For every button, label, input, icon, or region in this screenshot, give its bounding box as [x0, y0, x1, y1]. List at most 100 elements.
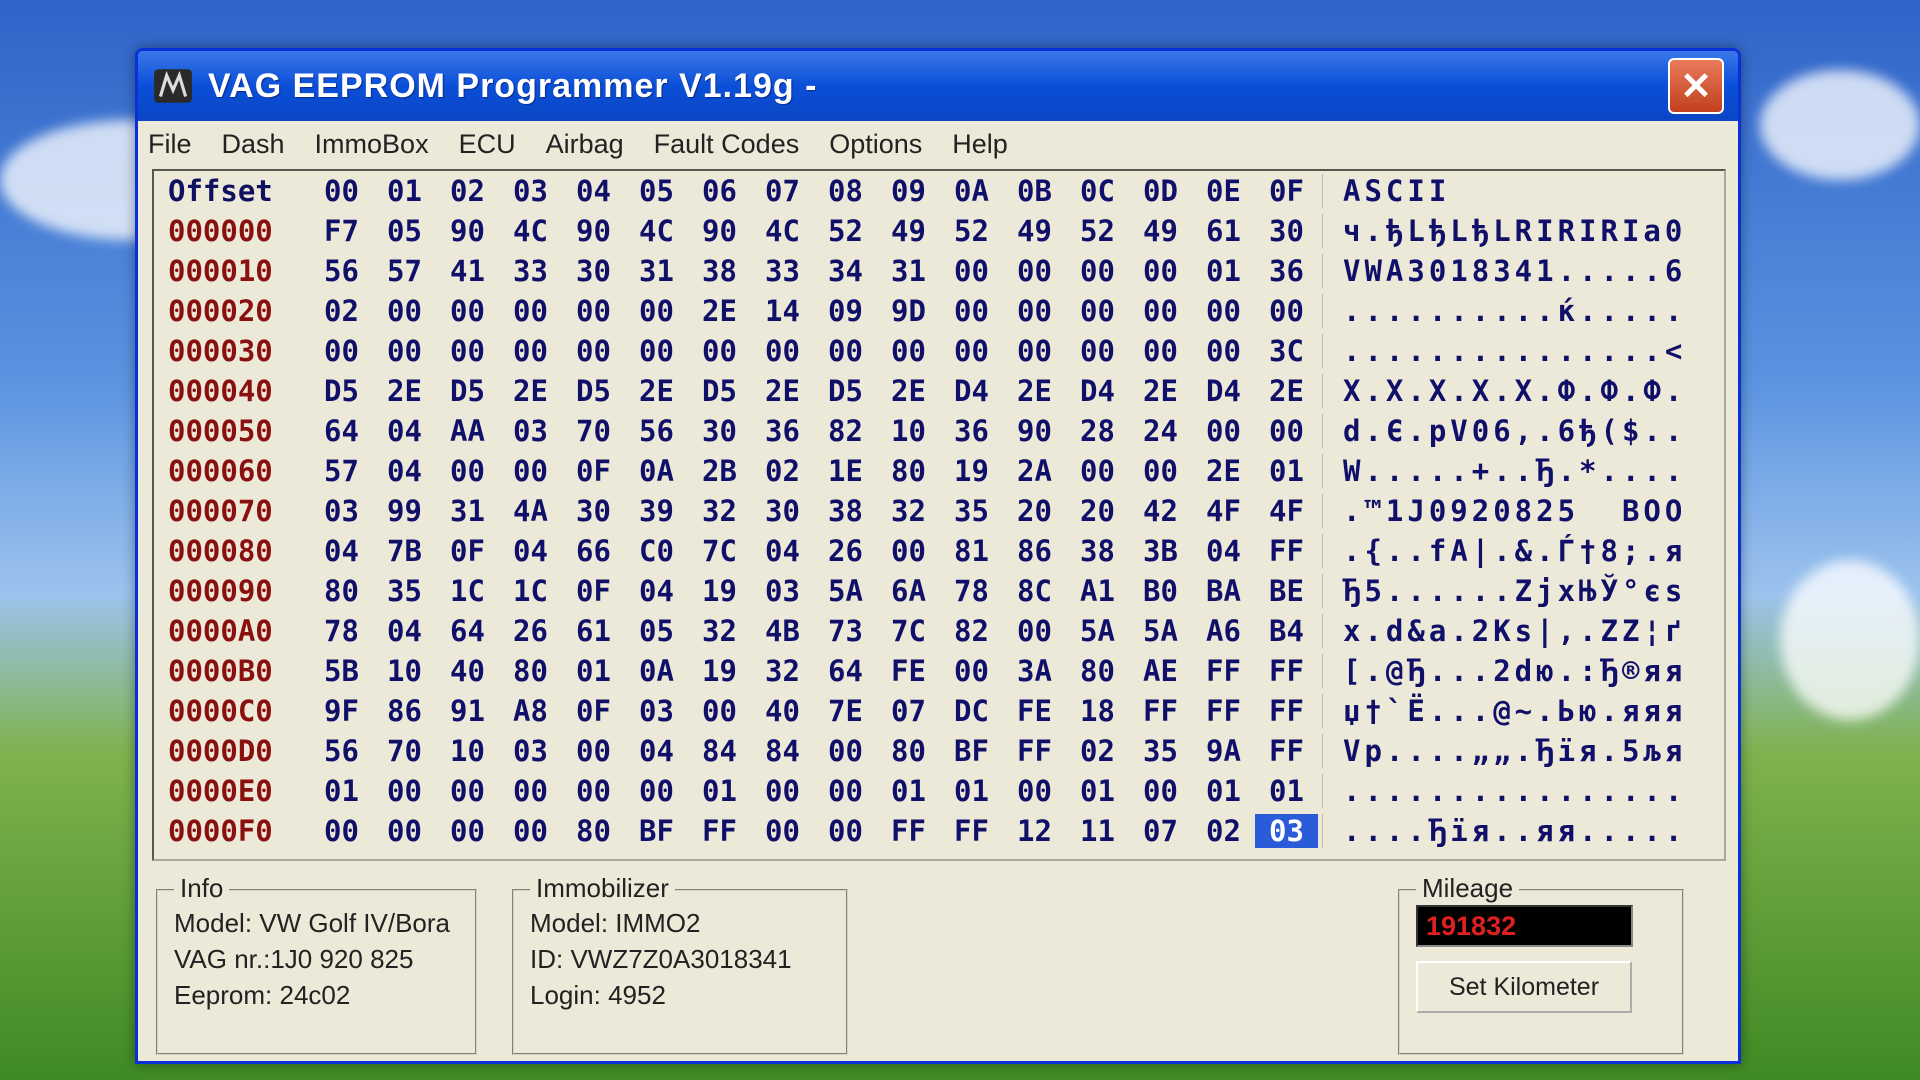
- hex-byte[interactable]: 02: [310, 294, 373, 328]
- hex-byte[interactable]: 03: [625, 694, 688, 728]
- hex-byte[interactable]: 01: [940, 774, 1003, 808]
- hex-byte[interactable]: 00: [1255, 294, 1318, 328]
- hex-byte[interactable]: 78: [310, 614, 373, 648]
- hex-byte[interactable]: 00: [940, 334, 1003, 368]
- hex-byte[interactable]: F7: [310, 214, 373, 248]
- hex-byte[interactable]: AE: [1129, 654, 1192, 688]
- mileage-input[interactable]: 191832: [1416, 905, 1633, 947]
- hex-byte[interactable]: 01: [877, 774, 940, 808]
- hex-byte[interactable]: 26: [499, 614, 562, 648]
- hex-byte[interactable]: 00: [436, 294, 499, 328]
- hex-byte[interactable]: 86: [1003, 534, 1066, 568]
- hex-byte[interactable]: 00: [436, 774, 499, 808]
- hex-byte[interactable]: FF: [1255, 654, 1318, 688]
- hex-byte[interactable]: 4A: [499, 494, 562, 528]
- hex-ascii[interactable]: x.d&a.2Ks|,.ZZ¦ґ: [1322, 614, 1686, 648]
- hex-byte[interactable]: 49: [877, 214, 940, 248]
- hex-byte[interactable]: 1C: [499, 574, 562, 608]
- hex-byte[interactable]: 07: [1129, 814, 1192, 848]
- hex-ascii[interactable]: .{..fА|.&.Ѓ†8;.я: [1322, 534, 1686, 568]
- hex-byte[interactable]: FE: [1003, 694, 1066, 728]
- hex-ascii[interactable]: ....Ђїя..яя.....: [1322, 814, 1686, 848]
- hex-byte[interactable]: 5A: [1129, 614, 1192, 648]
- hex-byte[interactable]: 01: [1192, 254, 1255, 288]
- hex-byte[interactable]: 32: [877, 494, 940, 528]
- hex-byte[interactable]: 33: [499, 254, 562, 288]
- hex-byte[interactable]: D4: [1066, 374, 1129, 408]
- hex-byte[interactable]: 64: [310, 414, 373, 448]
- hex-byte[interactable]: 04: [373, 614, 436, 648]
- hex-byte[interactable]: 80: [310, 574, 373, 608]
- hex-ascii[interactable]: Vp....„„.Ђїя.5љя: [1322, 734, 1686, 768]
- hex-byte[interactable]: 78: [940, 574, 1003, 608]
- hex-byte[interactable]: 00: [1255, 414, 1318, 448]
- hex-byte[interactable]: 00: [436, 454, 499, 488]
- hex-ascii[interactable]: ..........ќ.....: [1322, 294, 1686, 328]
- hex-byte[interactable]: 00: [1066, 334, 1129, 368]
- hex-byte[interactable]: 30: [562, 254, 625, 288]
- hex-byte[interactable]: 64: [436, 614, 499, 648]
- hex-byte[interactable]: 20: [1003, 494, 1066, 528]
- hex-byte[interactable]: 19: [688, 574, 751, 608]
- hex-ascii[interactable]: W.....+..Ђ.*....: [1322, 454, 1686, 488]
- hex-byte[interactable]: 03: [499, 414, 562, 448]
- hex-byte[interactable]: 04: [373, 414, 436, 448]
- hex-byte[interactable]: B4: [1255, 614, 1318, 648]
- hex-byte[interactable]: 01: [310, 774, 373, 808]
- hex-editor[interactable]: Offset 00 01 02 03 04 05 06 07 08 09 0A 0B 0C 0D 0E 0F AS…: [152, 169, 1726, 861]
- hex-byte[interactable]: 20: [1066, 494, 1129, 528]
- hex-byte[interactable]: 2E: [1192, 454, 1255, 488]
- set-kilometer-button[interactable]: Set Kilometer: [1416, 961, 1632, 1013]
- hex-byte[interactable]: 2E: [1129, 374, 1192, 408]
- hex-byte[interactable]: 00: [625, 294, 688, 328]
- hex-byte[interactable]: 36: [751, 414, 814, 448]
- hex-byte[interactable]: 2E: [877, 374, 940, 408]
- hex-byte[interactable]: FF: [1255, 734, 1318, 768]
- hex-byte[interactable]: 2E: [499, 374, 562, 408]
- hex-byte[interactable]: 00: [562, 774, 625, 808]
- hex-byte[interactable]: 00: [1003, 294, 1066, 328]
- hex-byte[interactable]: 10: [877, 414, 940, 448]
- hex-byte[interactable]: 05: [625, 614, 688, 648]
- hex-byte[interactable]: 00: [1192, 294, 1255, 328]
- hex-byte[interactable]: 00: [1129, 454, 1192, 488]
- hex-byte[interactable]: 52: [1066, 214, 1129, 248]
- hex-byte[interactable]: 00: [499, 454, 562, 488]
- hex-byte[interactable]: 8C: [1003, 574, 1066, 608]
- hex-byte[interactable]: 42: [1129, 494, 1192, 528]
- hex-byte[interactable]: 0F: [562, 574, 625, 608]
- hex-byte[interactable]: 01: [1192, 774, 1255, 808]
- hex-byte[interactable]: 00: [814, 774, 877, 808]
- hex-byte[interactable]: 00: [373, 334, 436, 368]
- hex-byte[interactable]: 19: [688, 654, 751, 688]
- hex-byte[interactable]: 00: [940, 254, 1003, 288]
- hex-byte[interactable]: 02: [1066, 734, 1129, 768]
- hex-byte[interactable]: 14: [751, 294, 814, 328]
- hex-ascii[interactable]: Ђ5......ZjxЊЎ°єѕ: [1322, 574, 1686, 608]
- hex-ascii[interactable]: џ†`Ё...@~.Ью.яяя: [1322, 694, 1686, 728]
- hex-byte[interactable]: 7C: [688, 534, 751, 568]
- hex-byte[interactable]: 32: [688, 614, 751, 648]
- hex-byte[interactable]: 80: [499, 654, 562, 688]
- hex-byte[interactable]: 5A: [814, 574, 877, 608]
- hex-byte[interactable]: 35: [373, 574, 436, 608]
- hex-byte[interactable]: D5: [562, 374, 625, 408]
- hex-byte[interactable]: A6: [1192, 614, 1255, 648]
- hex-byte[interactable]: 61: [1192, 214, 1255, 248]
- menu-immobox[interactable]: ImmoBox: [315, 129, 429, 160]
- hex-byte[interactable]: 00: [1003, 614, 1066, 648]
- menu-dash[interactable]: Dash: [222, 129, 285, 160]
- hex-byte[interactable]: 34: [814, 254, 877, 288]
- hex-ascii[interactable]: [.@Ђ...2dю.:Ђ®яя: [1322, 654, 1686, 688]
- hex-byte[interactable]: 03: [499, 734, 562, 768]
- hex-byte[interactable]: 00: [877, 534, 940, 568]
- hex-byte[interactable]: 32: [751, 654, 814, 688]
- hex-byte[interactable]: 2E: [688, 294, 751, 328]
- hex-byte[interactable]: 00: [814, 734, 877, 768]
- menu-airbag[interactable]: Airbag: [546, 129, 624, 160]
- hex-byte[interactable]: C0: [625, 534, 688, 568]
- hex-byte[interactable]: A1: [1066, 574, 1129, 608]
- hex-byte[interactable]: 80: [562, 814, 625, 848]
- hex-byte[interactable]: D5: [436, 374, 499, 408]
- hex-byte[interactable]: 00: [373, 294, 436, 328]
